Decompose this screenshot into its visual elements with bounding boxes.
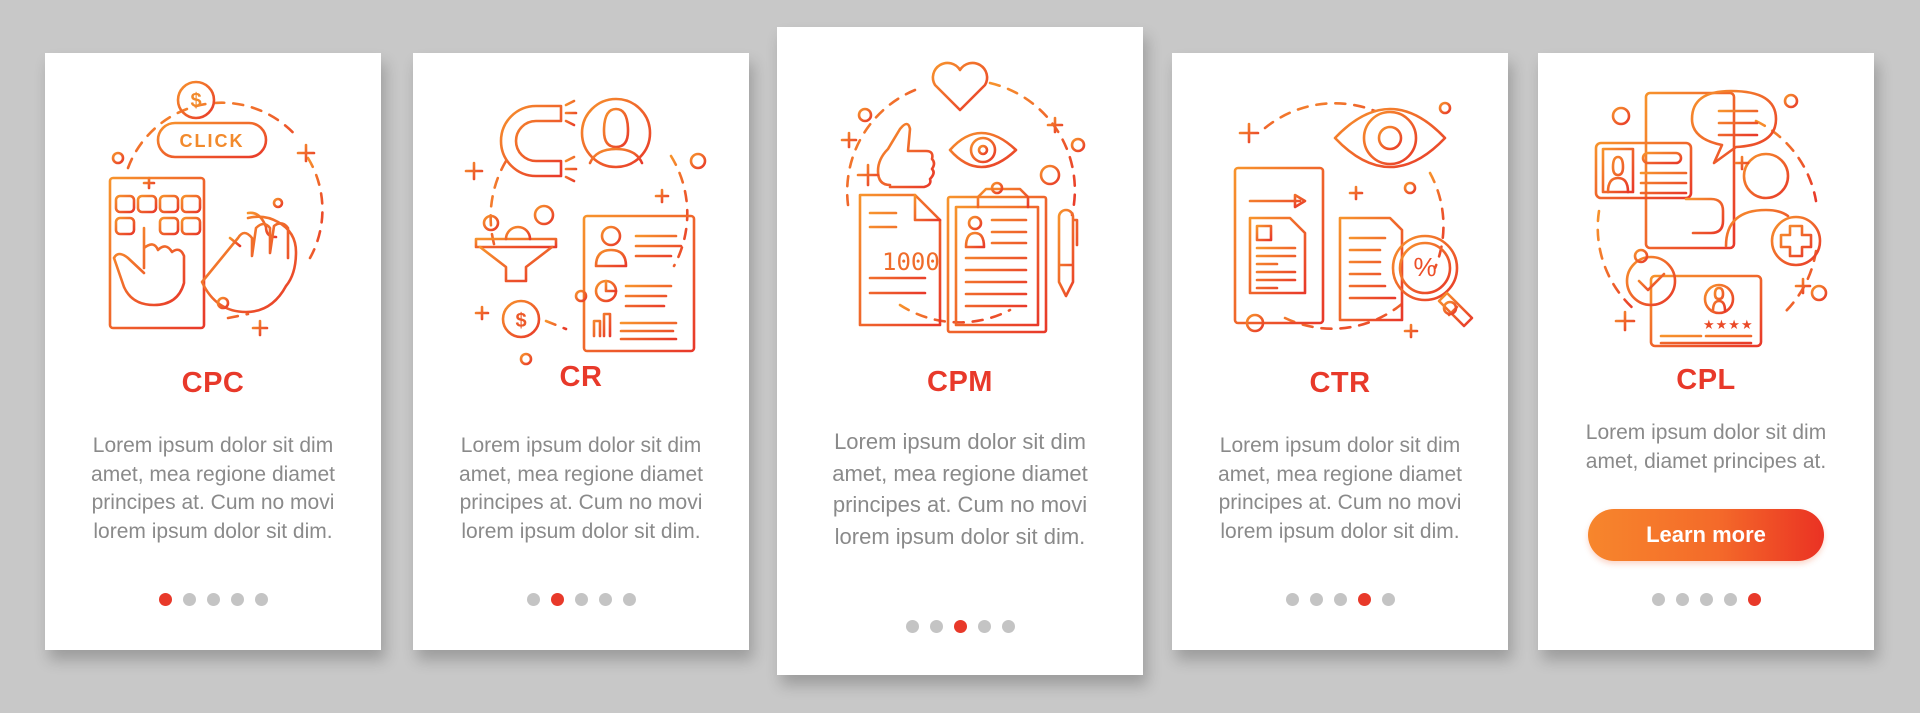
pagination-dot[interactable] bbox=[1651, 593, 1665, 606]
pagination-dots bbox=[413, 593, 749, 606]
conversion-rate-illustration: $ bbox=[413, 91, 749, 366]
pagination-dot[interactable] bbox=[1309, 593, 1323, 606]
pagination-dot[interactable] bbox=[1285, 593, 1299, 606]
pagination-dot[interactable] bbox=[1333, 593, 1347, 606]
pagination-dot[interactable] bbox=[574, 593, 588, 606]
description-line: lorem ipsum dolor sit dim. bbox=[461, 519, 701, 543]
pagination-dot[interactable] bbox=[230, 593, 244, 606]
dollar-glyph: $ bbox=[515, 310, 526, 332]
pagination-dot-active[interactable] bbox=[1747, 593, 1761, 606]
description-line: principes at. Cum no movi bbox=[832, 492, 1088, 517]
pagination-dot-active[interactable] bbox=[550, 593, 564, 606]
screen-title: CR bbox=[559, 361, 603, 393]
rating-stars: ★★★★ bbox=[1703, 318, 1754, 333]
cost-per-mille-illustration: 1000 bbox=[777, 61, 1143, 334]
percent-glyph: % bbox=[1413, 252, 1436, 282]
pagination-dots bbox=[777, 620, 1143, 633]
pagination-dot[interactable] bbox=[254, 593, 268, 606]
dollar-glyph: $ bbox=[190, 90, 201, 112]
screen-title: CPC bbox=[181, 367, 245, 399]
description-line: principes at. Cum no movi bbox=[91, 491, 335, 514]
onboarding-screen-cpl: ★★★★ CPL Lorem ipsum dolor sit dim amet,… bbox=[1538, 53, 1874, 650]
screen-description: Lorem ipsum dolor sit dim amet, mea regi… bbox=[45, 432, 381, 546]
pagination-dot[interactable] bbox=[526, 593, 540, 606]
screen-title: CPM bbox=[927, 366, 993, 398]
pagination-dot[interactable] bbox=[905, 620, 919, 633]
cost-per-lead-icon: ★★★★ bbox=[1594, 89, 1828, 348]
pagination-dot[interactable] bbox=[1381, 593, 1395, 606]
description-line: Lorem ipsum dolor sit dim bbox=[1585, 421, 1827, 444]
learn-more-button[interactable]: Learn more bbox=[1588, 509, 1824, 561]
onboarding-screen-cpm: 1000 CPM Lorem ipsum dolor sit dim amet,… bbox=[777, 27, 1143, 675]
onboarding-screen-cpc: $ CLICK CPC Lorem ipsum dolor sit dim am… bbox=[45, 53, 381, 650]
description-line: lorem ipsum dolor sit dim. bbox=[834, 523, 1086, 549]
cost-per-lead-illustration: ★★★★ bbox=[1538, 81, 1874, 348]
pagination-dot[interactable] bbox=[1675, 593, 1689, 606]
click-through-rate-icon: % bbox=[1233, 101, 1474, 339]
pay-per-click-icon: $ CLICK bbox=[108, 80, 324, 337]
onboarding-screen-ctr: % CTR Lorem ipsum dolor sit dim amet, me… bbox=[1172, 53, 1508, 650]
pagination-dot-active[interactable] bbox=[1357, 593, 1371, 606]
description-line: amet, mea regione diamet bbox=[1218, 462, 1462, 486]
onboarding-screen-cr: $ CR Lorem ipsum dolor sit dim amet, mea… bbox=[413, 53, 749, 650]
description-line: amet, mea regione diamet bbox=[459, 462, 703, 486]
conversion-rate-icon: $ bbox=[464, 97, 707, 366]
cost-per-mille-icon: 1000 bbox=[840, 61, 1086, 334]
pagination-dot[interactable] bbox=[1723, 593, 1737, 606]
pagination-dot-active[interactable] bbox=[953, 620, 967, 633]
screen-description: Lorem ipsum dolor sit dim amet, mea regi… bbox=[1172, 432, 1508, 546]
pagination-dot[interactable] bbox=[977, 620, 991, 633]
screen-description: Lorem ipsum dolor sit dim amet, mea regi… bbox=[777, 426, 1143, 552]
svg-text:★★★★: ★★★★ bbox=[1703, 318, 1754, 333]
description-line: Lorem ipsum dolor sit dim bbox=[460, 434, 702, 457]
click-badge-text: CLICK bbox=[180, 131, 245, 151]
click-through-rate-illustration: % bbox=[1172, 93, 1508, 339]
screen-title: CPL bbox=[1676, 364, 1736, 396]
screen-description: Lorem ipsum dolor sit dim amet, mea regi… bbox=[413, 432, 749, 546]
impressions-number: 1000 bbox=[882, 248, 940, 276]
pagination-dot[interactable] bbox=[622, 593, 636, 606]
pagination-dots bbox=[1172, 593, 1508, 606]
description-line: amet, mea regione diamet bbox=[832, 460, 1088, 486]
pagination-dot[interactable] bbox=[929, 620, 943, 633]
description-line: Lorem ipsum dolor sit dim bbox=[834, 429, 1086, 454]
pagination-dot[interactable] bbox=[182, 593, 196, 606]
pay-per-click-illustration: $ CLICK bbox=[45, 78, 381, 337]
description-line: lorem ipsum dolor sit dim. bbox=[93, 519, 333, 543]
description-line: principes at. Cum no movi bbox=[1218, 491, 1462, 514]
screen-description: Lorem ipsum dolor sit dim amet, diamet p… bbox=[1538, 419, 1874, 476]
pagination-dot[interactable] bbox=[206, 593, 220, 606]
pagination-dots bbox=[1538, 593, 1874, 606]
description-line: Lorem ipsum dolor sit dim bbox=[92, 434, 334, 457]
description-line: amet, diamet principes at. bbox=[1585, 449, 1827, 473]
pagination-dot[interactable] bbox=[598, 593, 612, 606]
pagination-dot[interactable] bbox=[1001, 620, 1015, 633]
description-line: lorem ipsum dolor sit dim. bbox=[1220, 519, 1460, 543]
pagination-dots bbox=[45, 593, 381, 606]
pagination-dot-active[interactable] bbox=[158, 593, 172, 606]
screen-title: CTR bbox=[1309, 367, 1371, 399]
description-line: principes at. Cum no movi bbox=[459, 491, 703, 514]
description-line: amet, mea regione diamet bbox=[91, 462, 335, 486]
description-line: Lorem ipsum dolor sit dim bbox=[1219, 434, 1461, 457]
pagination-dot[interactable] bbox=[1699, 593, 1713, 606]
